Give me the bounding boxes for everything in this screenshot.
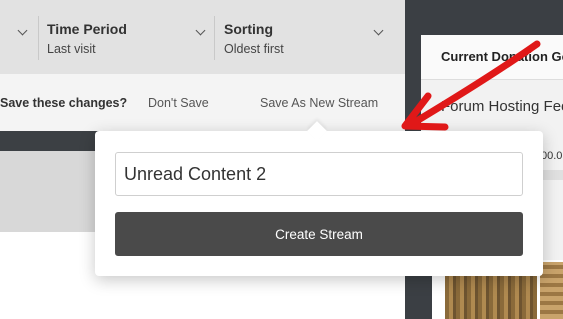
annotation-arrow-icon	[401, 40, 541, 131]
